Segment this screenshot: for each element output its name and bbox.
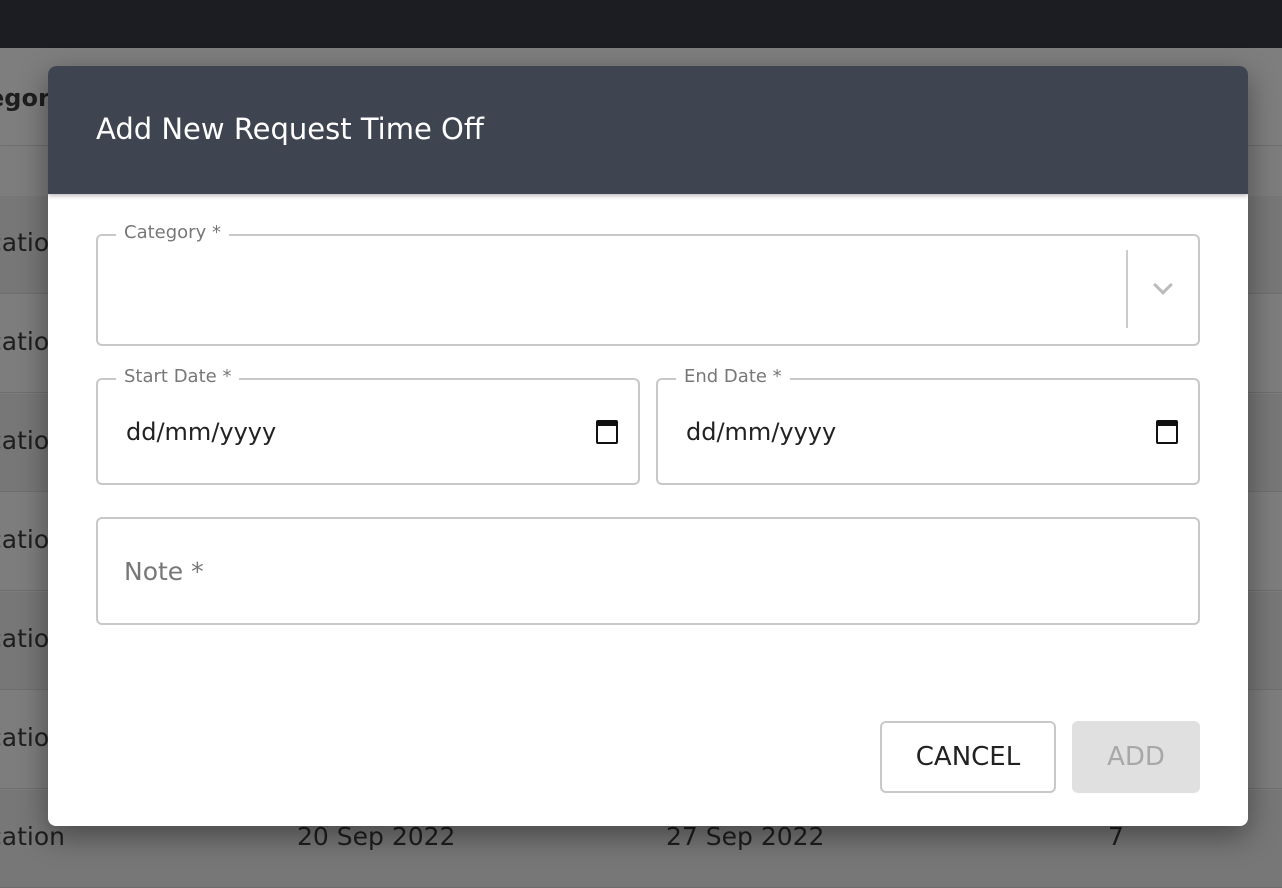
chevron-down-icon[interactable] xyxy=(1153,275,1173,295)
note-input[interactable]: Note * xyxy=(96,517,1200,625)
end-date-value: dd/mm/yyyy xyxy=(686,418,837,446)
select-separator xyxy=(1126,250,1128,328)
note-placeholder: Note * xyxy=(124,557,204,586)
start-date-label: Start Date * xyxy=(116,366,240,387)
end-date-label: End Date * xyxy=(676,366,790,387)
calendar-icon[interactable] xyxy=(596,420,618,444)
start-date-field[interactable]: Start Date * dd/mm/yyyy xyxy=(96,366,640,485)
start-date-value: dd/mm/yyyy xyxy=(126,418,277,446)
cancel-button[interactable]: CANCEL xyxy=(880,721,1056,793)
category-select[interactable]: Category * xyxy=(96,222,1200,346)
cell-category: cation xyxy=(0,822,65,851)
calendar-icon[interactable] xyxy=(1156,420,1178,444)
cell-end-date: 27 Sep 2022 xyxy=(666,822,825,851)
cell-start-date: 20 Sep 2022 xyxy=(297,822,456,851)
add-request-dialog: Add New Request Time Off Category * Star… xyxy=(48,66,1248,826)
cell-days: 7 xyxy=(1108,822,1124,851)
add-button[interactable]: ADD xyxy=(1072,721,1200,793)
dialog-header: Add New Request Time Off xyxy=(48,66,1248,194)
dialog-title: Add New Request Time Off xyxy=(96,112,484,146)
top-navbar xyxy=(0,0,1282,50)
category-label: Category * xyxy=(116,222,229,243)
header-category: egor xyxy=(0,84,50,112)
end-date-field[interactable]: End Date * dd/mm/yyyy xyxy=(656,366,1200,485)
